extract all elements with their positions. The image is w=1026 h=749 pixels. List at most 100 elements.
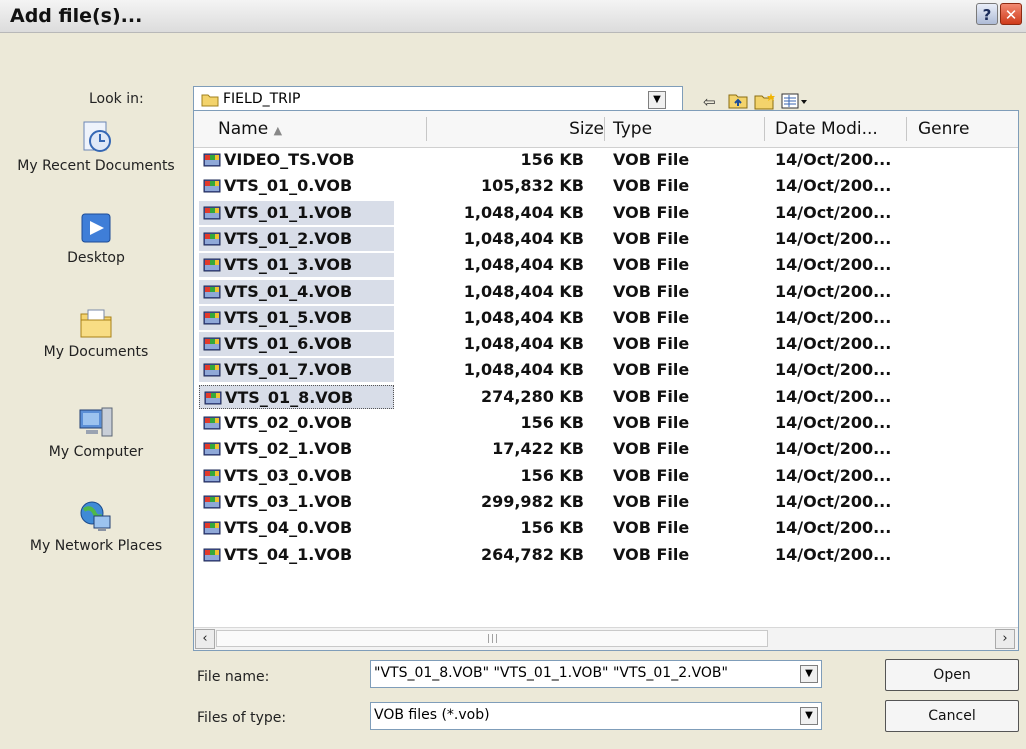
column-divider[interactable] bbox=[604, 117, 605, 141]
column-header-date-modified[interactable]: Date Modi... bbox=[775, 119, 878, 139]
file-name-cell[interactable]: VTS_01_1.VOB bbox=[199, 200, 394, 225]
help-button[interactable]: ? bbox=[976, 3, 998, 25]
file-type: VOB File bbox=[613, 518, 690, 538]
file-name: VTS_01_1.VOB bbox=[224, 202, 353, 222]
file-name-cell[interactable]: VTS_01_3.VOB bbox=[199, 253, 394, 278]
horizontal-scrollbar[interactable]: ‹ ||| › bbox=[194, 627, 1018, 650]
look-in-label: Look in: bbox=[89, 91, 144, 107]
place-label: My Recent Documents bbox=[17, 158, 175, 174]
file-name-cell[interactable]: VIDEO_TS.VOB bbox=[199, 148, 394, 172]
column-divider[interactable] bbox=[906, 117, 907, 141]
grip-icon: ||| bbox=[487, 634, 500, 644]
file-name: VTS_04_1.VOB bbox=[224, 544, 353, 564]
file-name-cell[interactable]: VTS_04_0.VOB bbox=[199, 516, 394, 540]
file-size: 1,048,404 KB bbox=[463, 334, 584, 354]
file-name: VTS_02_1.VOB bbox=[224, 439, 353, 459]
place-label: My Computer bbox=[48, 444, 144, 460]
vob-file-icon bbox=[203, 363, 221, 377]
file-name-cell[interactable]: VTS_02_0.VOB bbox=[199, 411, 394, 435]
file-row[interactable]: VTS_01_0.VOB 105,832 KB VOB File 14/Oct/200… bbox=[194, 173, 1018, 199]
up-folder-icon[interactable] bbox=[728, 92, 748, 110]
file-name-label: File name: bbox=[197, 669, 270, 685]
file-row[interactable]: VTS_01_6.VOB 1,048,404 KB VOB File 14/Oct/2… bbox=[194, 331, 1018, 357]
place-label: My Documents bbox=[43, 344, 149, 360]
file-list[interactable]: Name ▲ Size Type Date Modi... Genre VIDE… bbox=[193, 110, 1019, 651]
file-row[interactable]: VTS_01_8.VOB 274,280 KB VOB File 14/Oct/200… bbox=[194, 384, 1018, 410]
place-my-network-places[interactable]: My Network Places bbox=[12, 500, 180, 554]
file-name: VTS_02_0.VOB bbox=[224, 413, 353, 432]
back-icon[interactable]: ⇦ bbox=[703, 93, 716, 111]
file-name-cell[interactable]: VTS_01_6.VOB bbox=[199, 332, 394, 357]
file-date-modified: 14/Oct/200... bbox=[775, 360, 892, 380]
file-date-modified: 14/Oct/200... bbox=[775, 544, 892, 564]
file-row[interactable]: VTS_01_5.VOB 1,048,404 KB VOB File 14/Oct/2… bbox=[194, 305, 1018, 331]
view-menu-icon[interactable] bbox=[781, 92, 809, 110]
place-my-computer[interactable]: My Computer bbox=[12, 406, 180, 460]
close-button[interactable]: ✕ bbox=[1000, 3, 1022, 25]
file-type-label: Files of type: bbox=[197, 710, 287, 726]
file-type: VOB File bbox=[613, 465, 690, 485]
cancel-button[interactable]: Cancel bbox=[885, 700, 1019, 732]
open-button[interactable]: Open bbox=[885, 659, 1019, 691]
file-name-cell[interactable]: VTS_01_2.VOB bbox=[199, 226, 394, 251]
file-name: VTS_04_0.VOB bbox=[224, 518, 353, 538]
file-name-cell[interactable]: VTS_01_5.VOB bbox=[199, 305, 394, 330]
file-type-dropdown[interactable]: VOB files (*.vob) ▼ bbox=[370, 702, 822, 730]
look-in-dropdown-arrow[interactable]: ▼ bbox=[648, 91, 666, 109]
file-name-cell[interactable]: VTS_01_7.VOB bbox=[199, 358, 394, 383]
place-my-recent-documents[interactable]: My Recent Documents bbox=[12, 120, 180, 174]
file-type: VOB File bbox=[613, 150, 690, 169]
file-row[interactable]: VTS_02_1.VOB 17,422 KB VOB File 14/Oct/200.… bbox=[194, 436, 1018, 462]
file-row[interactable]: VTS_04_0.VOB 156 KB VOB File 14/Oct/200... bbox=[194, 515, 1018, 541]
file-name-cell[interactable]: VTS_01_0.VOB bbox=[199, 174, 394, 198]
file-row[interactable]: VTS_03_1.VOB 299,982 KB VOB File 14/Oct/200… bbox=[194, 489, 1018, 515]
file-row[interactable]: VTS_01_1.VOB 1,048,404 KB VOB File 14/Oct/2… bbox=[194, 200, 1018, 226]
column-header-genre[interactable]: Genre bbox=[918, 119, 969, 139]
file-name-cell[interactable]: VTS_01_8.VOB bbox=[199, 384, 394, 409]
file-row[interactable]: VTS_01_4.VOB 1,048,404 KB VOB File 14/Oct/2… bbox=[194, 279, 1018, 305]
scroll-right-arrow[interactable]: › bbox=[995, 629, 1015, 649]
place-desktop[interactable]: Desktop bbox=[12, 212, 180, 266]
column-header-type[interactable]: Type bbox=[613, 119, 652, 139]
column-header-row: Name ▲ Size Type Date Modi... Genre bbox=[194, 111, 1018, 148]
file-type: VOB File bbox=[613, 491, 690, 511]
new-folder-icon[interactable] bbox=[754, 92, 776, 110]
network-places-icon bbox=[80, 501, 111, 531]
my-computer-icon bbox=[79, 407, 113, 437]
file-type: VOB File bbox=[613, 544, 690, 564]
file-name-cell[interactable]: VTS_03_1.VOB bbox=[199, 490, 394, 514]
file-name-dropdown-arrow[interactable]: ▼ bbox=[800, 665, 818, 683]
file-name-input[interactable]: "VTS_01_8.VOB" "VTS_01_1.VOB" "VTS_01_2.… bbox=[374, 665, 792, 681]
title-bar: Add file(s)... ? ✕ bbox=[0, 0, 1026, 33]
file-row[interactable]: VTS_03_0.VOB 156 KB VOB File 14/Oct/200... bbox=[194, 463, 1018, 489]
scroll-left-arrow[interactable]: ‹ bbox=[195, 629, 215, 649]
file-name-combobox[interactable]: "VTS_01_8.VOB" "VTS_01_1.VOB" "VTS_01_2.… bbox=[370, 660, 822, 688]
file-name: VIDEO_TS.VOB bbox=[224, 150, 355, 169]
vob-file-icon bbox=[203, 416, 221, 430]
place-my-documents[interactable]: My Documents bbox=[12, 306, 180, 360]
column-header-name[interactable]: Name ▲ bbox=[218, 119, 282, 139]
file-name-cell[interactable]: VTS_02_1.VOB bbox=[199, 437, 394, 461]
file-name-cell[interactable]: VTS_03_0.VOB bbox=[199, 464, 394, 488]
file-row[interactable]: VTS_02_0.VOB 156 KB VOB File 14/Oct/200... bbox=[194, 410, 1018, 436]
vob-file-icon bbox=[203, 179, 221, 193]
column-header-size[interactable]: Size bbox=[554, 119, 604, 139]
file-size: 17,422 KB bbox=[492, 439, 584, 459]
file-date-modified: 14/Oct/200... bbox=[775, 150, 892, 169]
vob-file-icon bbox=[203, 258, 221, 272]
file-name-cell[interactable]: VTS_01_4.VOB bbox=[199, 279, 394, 304]
file-row[interactable]: VIDEO_TS.VOB 156 KB VOB File 14/Oct/200... bbox=[194, 147, 1018, 173]
file-name: VTS_01_7.VOB bbox=[224, 360, 353, 380]
file-type-dropdown-arrow[interactable]: ▼ bbox=[800, 707, 818, 725]
file-row[interactable]: VTS_01_7.VOB 1,048,404 KB VOB File 14/Oct/2… bbox=[194, 357, 1018, 383]
file-size: 1,048,404 KB bbox=[463, 255, 584, 275]
file-row[interactable]: VTS_01_2.VOB 1,048,404 KB VOB File 14/Oct/2… bbox=[194, 226, 1018, 252]
file-name-cell[interactable]: VTS_04_1.VOB bbox=[199, 543, 394, 567]
column-divider[interactable] bbox=[426, 117, 427, 141]
sort-ascending-icon: ▲ bbox=[273, 124, 283, 137]
column-divider[interactable] bbox=[764, 117, 765, 141]
file-row[interactable]: VTS_04_1.VOB 264,782 KB VOB File 14/Oct/200… bbox=[194, 542, 1018, 568]
file-row[interactable]: VTS_01_3.VOB 1,048,404 KB VOB File 14/Oct/2… bbox=[194, 252, 1018, 278]
file-type: VOB File bbox=[613, 386, 690, 406]
scroll-thumb[interactable]: ||| bbox=[216, 630, 768, 647]
